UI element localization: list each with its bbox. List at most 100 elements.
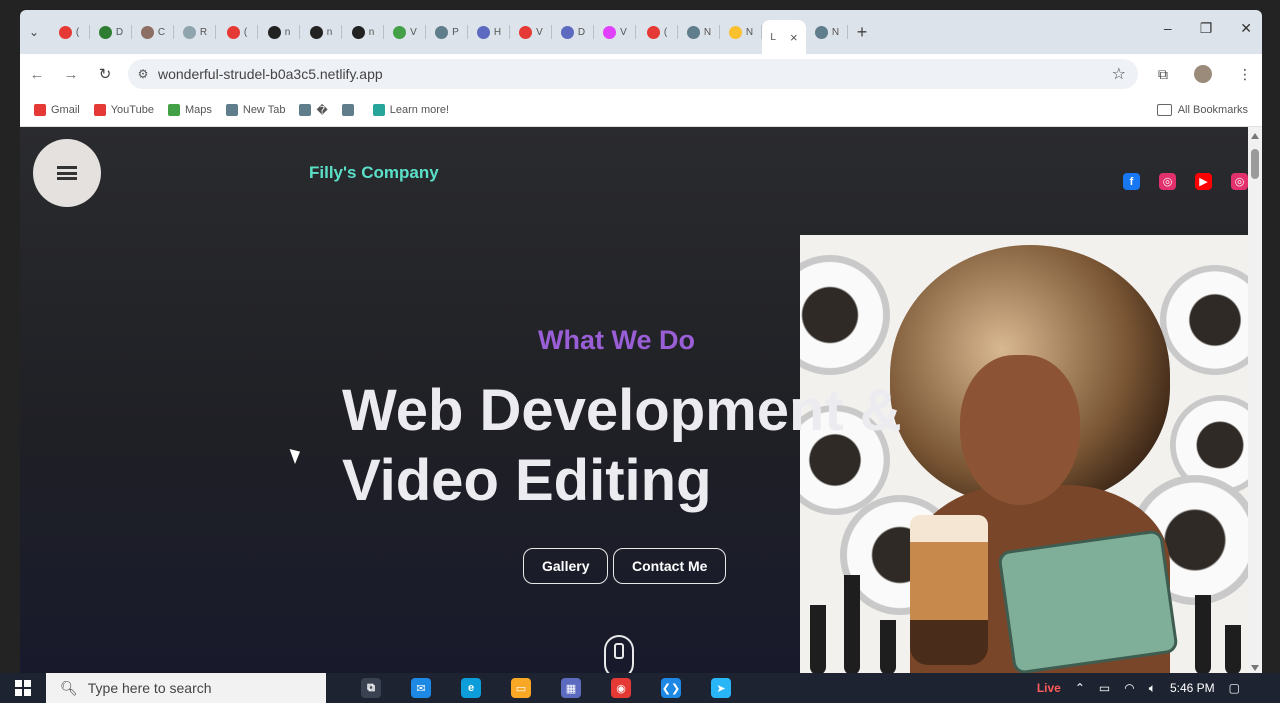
instagram-icon[interactable]: ◎	[1159, 173, 1176, 190]
scroll-down-icon[interactable]	[604, 635, 634, 675]
tab-active-label: L	[770, 31, 776, 43]
tab-label: H	[493, 26, 502, 38]
browser-tab[interactable]: V	[510, 17, 552, 47]
tab-favicon-icon	[435, 25, 449, 39]
browser-tab[interactable]: N	[720, 17, 762, 47]
minimize-icon[interactable]: –	[1164, 20, 1172, 37]
browser-tab[interactable]: n	[258, 17, 300, 47]
back-icon[interactable]: ←	[20, 66, 54, 83]
taskbar-app-mail[interactable]: ✉	[396, 678, 446, 698]
browser-tab[interactable]: D	[552, 17, 594, 47]
battery-icon[interactable]: ▭	[1099, 681, 1110, 695]
tab-search-icon[interactable]: ⌄	[20, 25, 48, 39]
taskbar-app-telegram[interactable]: ➤	[696, 678, 746, 698]
monitor-screen: ⌄ (D C R (n n n V P H V D V (N N L × N + – ❐ ✕ ← → ↻ …	[20, 10, 1262, 675]
scrollbar-thumb[interactable]	[1251, 149, 1259, 179]
tab-close-icon[interactable]: ×	[790, 30, 798, 45]
new-tab-button[interactable]: +	[848, 22, 876, 43]
scroll-down-arrow-icon[interactable]	[1251, 665, 1259, 671]
site-info-icon[interactable]: ⚙	[128, 67, 158, 81]
bookmark-star-icon[interactable]: ☆	[1112, 64, 1126, 84]
bookmark-item[interactable]: New Tab	[225, 104, 285, 117]
browser-tab[interactable]: D	[90, 17, 132, 47]
hamburger-menu-button[interactable]	[33, 139, 101, 207]
browser-tab[interactable]: n	[342, 17, 384, 47]
bookmark-item[interactable]: YouTube	[93, 104, 154, 117]
tab-strip: ⌄ (D C R (n n n V P H V D V (N N L × N + – ❐ ✕	[20, 10, 1262, 54]
taskbar-search-box[interactable]: 🔍︎ Type here to search	[46, 673, 326, 703]
browser-tab[interactable]: (	[636, 17, 678, 47]
window-controls: – ❐ ✕	[1164, 20, 1252, 37]
taskbar-app-store[interactable]: ▦	[546, 678, 596, 698]
taskbar-app-task-view[interactable]: ⧉	[346, 678, 396, 698]
tab-favicon-icon	[646, 25, 660, 39]
instagram-icon[interactable]: ◎	[1231, 173, 1248, 190]
headline-line-1: Web Development &	[342, 378, 902, 443]
forward-icon[interactable]: →	[54, 66, 88, 83]
tab-favicon-icon	[686, 25, 700, 39]
tab-active[interactable]: L ×	[762, 20, 806, 54]
tab-label: (	[663, 26, 668, 38]
all-bookmarks-button[interactable]: All Bookmarks	[1156, 104, 1248, 116]
taskbar-app-chrome[interactable]: ◉	[596, 678, 646, 698]
tab-label: n	[326, 26, 333, 38]
facebook-icon[interactable]: f	[1123, 173, 1140, 190]
pinned-apps: ⧉ ✉ e ▭ ▦ ◉ ❮❯ ➤	[346, 678, 746, 698]
extensions-icon[interactable]: ⧉	[1158, 66, 1168, 83]
taskbar-app-file-explorer[interactable]: ▭	[496, 678, 546, 698]
browser-tab[interactable]: N	[678, 17, 720, 47]
browser-tab[interactable]: (	[48, 17, 90, 47]
browser-menu-icon[interactable]: ⋮	[1238, 66, 1252, 83]
browser-tab[interactable]: C	[132, 17, 174, 47]
brand-name[interactable]: Filly's Company	[309, 163, 439, 183]
browser-tab[interactable]: n	[300, 17, 342, 47]
bookmark-item[interactable]: Learn more!	[372, 104, 449, 117]
web-page: Filly's Company f ◎ ▶ ◎ What We Do Web Deve…	[20, 127, 1248, 675]
browser-tab[interactable]: (	[216, 17, 258, 47]
mail-icon: ✉	[411, 678, 431, 698]
youtube-icon[interactable]: ▶	[1195, 173, 1212, 190]
tab-list: (D C R (n n n V P H V D V (N N	[48, 17, 762, 47]
taskbar-app-edge[interactable]: e	[446, 678, 496, 698]
browser-tab[interactable]: R	[174, 17, 216, 47]
bookmark-favicon-icon	[341, 104, 354, 116]
windows-taskbar: 🔍︎ Type here to search ⧉ ✉ e ▭ ▦ ◉ ❮❯ ➤ Live ⌃ …	[0, 673, 1280, 703]
bookmark-item[interactable]: Maps	[167, 104, 212, 117]
start-button[interactable]	[0, 680, 46, 696]
paint-drip	[810, 605, 826, 675]
file-explorer-icon: ▭	[511, 678, 531, 698]
windows-logo-icon	[15, 680, 31, 696]
wifi-icon[interactable]: ◠	[1124, 681, 1134, 695]
reload-icon[interactable]: ↻	[88, 65, 122, 83]
profile-avatar[interactable]	[1194, 65, 1212, 83]
browser-tab[interactable]: P	[426, 17, 468, 47]
browser-tab[interactable]: H	[468, 17, 510, 47]
restore-icon[interactable]: ❐	[1200, 20, 1213, 37]
toolbar-actions: ⧉ ⋮	[1158, 65, 1252, 83]
bookmark-item[interactable]: �	[299, 104, 328, 117]
live-weather-widget[interactable]: Live	[1037, 681, 1061, 695]
clock[interactable]: 5:46 PM	[1170, 681, 1215, 695]
scroll-up-arrow-icon[interactable]	[1251, 133, 1259, 139]
tray-overflow-icon[interactable]: ⌃	[1075, 681, 1085, 695]
page-scrollbar[interactable]	[1248, 127, 1262, 675]
bookmark-item[interactable]: Gmail	[34, 104, 80, 117]
address-bar[interactable]: ⚙ wonderful-strudel-b0a3c5.netlify.app ☆	[128, 59, 1138, 89]
bookmark-label: Gmail	[51, 104, 80, 116]
contact-me-button[interactable]: Contact Me	[613, 548, 727, 584]
notifications-icon[interactable]: ▢	[1229, 681, 1240, 695]
taskbar-app-vscode[interactable]: ❮❯	[646, 678, 696, 698]
tab-favicon-icon	[351, 25, 365, 39]
gallery-button[interactable]: Gallery	[523, 548, 609, 584]
browser-tab[interactable]: V	[594, 17, 636, 47]
tab-extra[interactable]: N	[806, 17, 848, 47]
browser-tab[interactable]: V	[384, 17, 426, 47]
sunflower-icon	[800, 255, 890, 375]
bookmark-favicon-icon	[225, 104, 238, 116]
tablet-device	[997, 529, 1179, 675]
volume-icon[interactable]: 🔈︎	[1149, 681, 1156, 696]
bookmark-item[interactable]	[341, 104, 359, 117]
bookmark-favicon-icon	[34, 104, 46, 116]
social-links: f ◎ ▶ ◎	[1123, 173, 1248, 190]
close-window-icon[interactable]: ✕	[1240, 20, 1252, 37]
